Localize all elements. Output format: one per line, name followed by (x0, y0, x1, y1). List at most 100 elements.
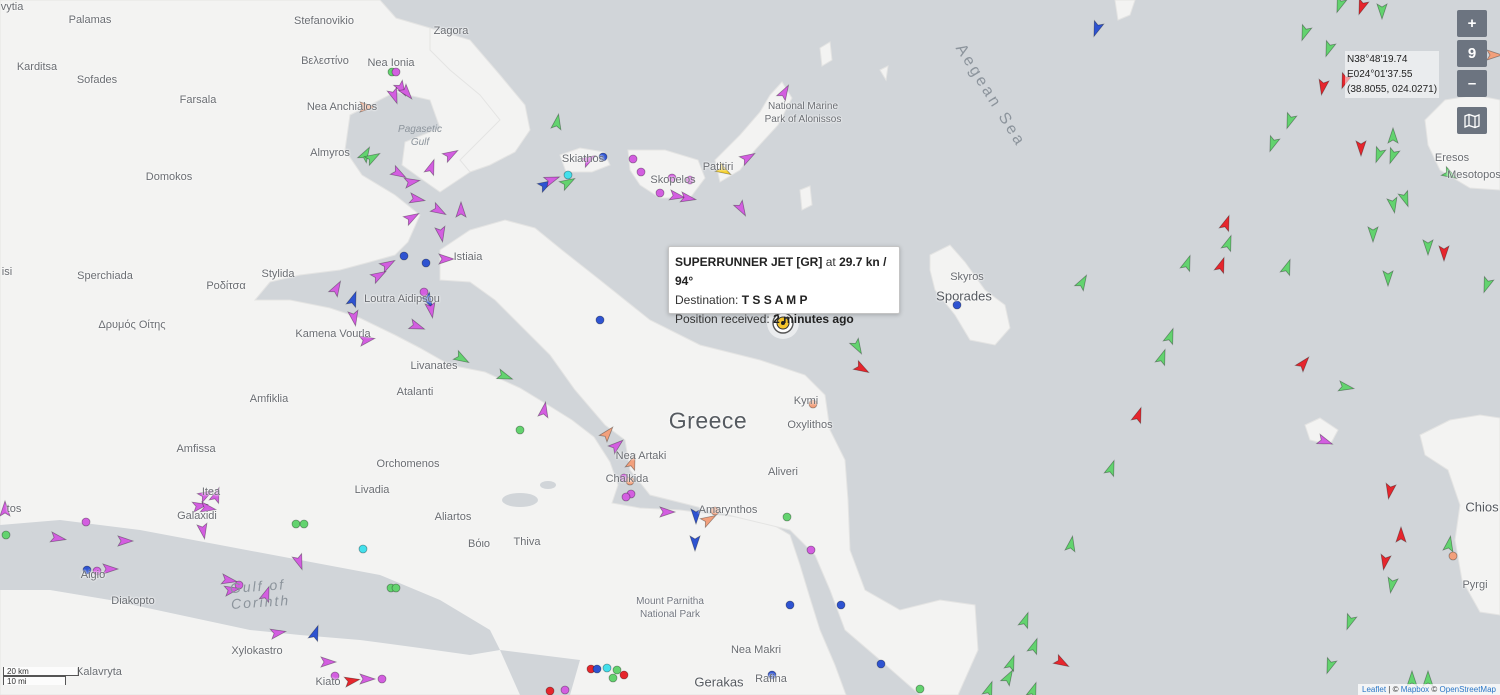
place-label-gerakas: Gerakas (694, 674, 744, 690)
place-label-velestino: Βελεστίνο (301, 55, 349, 67)
place-label-chios: Chios (1465, 499, 1499, 515)
place-label-eretria: Amarynthos (698, 504, 758, 516)
vessel-marker-tug[interactable] (563, 170, 573, 180)
region-label-corinth: Gulf of Corinth (229, 576, 291, 613)
place-label-nea-artaki: Nea Artaki (615, 450, 667, 462)
vessel-popup[interactable]: SUPERRUNNER JET [GR] at 29.7 kn / 94° De… (668, 246, 900, 326)
place-label-chalkida: Chalkida (605, 473, 649, 485)
vessel-marker-pleasure[interactable] (628, 154, 638, 164)
coord-lat: N38°48'19.74 (1347, 54, 1408, 65)
mapbox-link[interactable]: Mapbox (1401, 685, 1429, 694)
coord-lon: E024°01'37.55 (1347, 69, 1413, 80)
place-label-rodytsa: Ροδίτσα (206, 280, 246, 292)
place-label-sporades: Sporades (936, 288, 992, 304)
zoom-in-button[interactable]: + (1457, 10, 1487, 37)
vessel-marker-passenger[interactable] (592, 664, 602, 674)
place-label-skopelos: Skopelos (650, 174, 696, 186)
place-label-almyros: Almyros (310, 147, 350, 159)
vessel-marker-cargo[interactable] (299, 519, 309, 529)
vessel-marker-pleasure[interactable] (391, 67, 401, 77)
vessel-marker-cargo[interactable] (291, 519, 301, 529)
vessel-marker-pleasure[interactable] (655, 188, 665, 198)
region-label-parnitha: Mount Parnitha National Park (636, 596, 704, 620)
place-label-amfiklia: Amfiklia (249, 393, 289, 405)
place-label-palamas: Palamas (68, 14, 112, 26)
vessel-name[interactable]: SUPERRUNNER JET [GR] (675, 255, 822, 269)
place-label-farsala: Farsala (179, 94, 217, 106)
place-label-zagora: Zagora (433, 25, 469, 37)
destination-label: Destination: (675, 293, 739, 307)
scale-bar: 20 km 10 mi (3, 667, 79, 686)
vessel-marker-pleasure[interactable] (806, 545, 816, 555)
attrib-sep1: | © (1386, 685, 1401, 694)
vessel-marker-cargo[interactable] (915, 684, 925, 694)
vessel-marker-passenger[interactable] (595, 315, 605, 325)
vessel-marker-passenger[interactable] (785, 600, 795, 610)
zoom-out-button[interactable]: – (1457, 70, 1487, 97)
place-label-kalavryta: Kalavryta (76, 666, 122, 678)
vessel-marker-pleasure[interactable] (636, 167, 646, 177)
place-label-vytia: vytia (0, 1, 24, 13)
place-label-skyros: Skyros (950, 271, 984, 283)
vessel-marker-pleasure[interactable] (560, 685, 570, 695)
place-label-orchomenos: Orchomenos (376, 458, 440, 470)
popup-position: Position received: 2 minutes ago (675, 310, 899, 329)
place-label-atalanti: Atalanti (396, 386, 434, 398)
place-label-tos: tos (6, 503, 22, 515)
place-label-nea-ionia: Nea Ionia (367, 57, 415, 69)
attrib-sep2: © (1429, 685, 1440, 694)
map-layers-icon (1464, 113, 1480, 128)
place-label-nea-anchialos: Nea Anchialos (306, 101, 378, 113)
place-label-xylokastro: Xylokastro (231, 645, 283, 657)
place-label-amfissa: Amfissa (176, 443, 216, 455)
place-label-kamena-vourla: Kamena Vourla (295, 328, 371, 340)
place-label-oxylithos: Oxylithos (787, 419, 833, 431)
vessel-marker-cargo[interactable] (1, 530, 11, 540)
position-value: 2 minutes ago (773, 312, 854, 326)
coord-decimal: (38.8055, 024.0271) (1347, 84, 1438, 95)
vessel-marker-passenger[interactable] (421, 258, 431, 268)
place-label-aliartos: Aliartos (434, 511, 472, 523)
vessel-marker-tanker[interactable] (545, 686, 555, 695)
destination-value: T S S A M P (741, 293, 808, 307)
vessel-marker-cargo[interactable] (612, 665, 622, 675)
place-label-mesotopos: Mesotopos (1447, 169, 1500, 181)
place-label-stylida: Stylida (261, 268, 295, 280)
region-label-alonissos-park: National Marine Park of Alonissos (764, 101, 842, 125)
cursor-coordinates: N38°48'19.74 E024°01'37.55 (38.8055, 024… (1345, 51, 1440, 98)
region-label-pagasetic: Pagasetic Gulf (398, 124, 442, 148)
zoom-level-indicator: 9 (1457, 40, 1487, 67)
vessel-marker-cargo[interactable] (782, 512, 792, 522)
osm-link[interactable]: OpenStreetMap (1440, 685, 1496, 694)
vessel-marker-tug[interactable] (358, 544, 368, 554)
vessel-marker-cargo[interactable] (391, 583, 401, 593)
place-label-karditsa: Karditsa (16, 61, 58, 73)
place-label-kymi: Kymi (793, 395, 819, 407)
place-label-pyrgi: Pyrgi (1462, 579, 1488, 591)
map-canvas[interactable] (0, 0, 1500, 695)
place-label-galaxidi: Galaxidi (177, 510, 217, 522)
leaflet-link[interactable]: Leaflet (1362, 685, 1386, 694)
place-label-loutra-aidipsou: Loutra Aidipsou (364, 293, 440, 305)
place-label-diakopto: Diakopto (111, 595, 155, 607)
vessel-marker-cargo[interactable] (515, 425, 525, 435)
place-label-livanates: Livanates (410, 360, 458, 372)
vessel-marker-passenger[interactable] (399, 251, 409, 261)
map-attribution: Leaflet | © Mapbox © OpenStreetMap (1358, 684, 1500, 695)
vessel-marker-passenger[interactable] (876, 659, 886, 669)
vessel-marker-cargo[interactable] (608, 673, 618, 683)
vessel-marker-tug[interactable] (602, 663, 612, 673)
vessel-marker-pleasure[interactable] (377, 674, 387, 684)
place-label-istiaia: Istiaia (453, 251, 483, 263)
popup-destination: Destination: T S S A M P (675, 291, 899, 310)
place-label-aliveri: Aliveri (768, 466, 798, 478)
vessel-marker-tanker[interactable] (619, 670, 629, 680)
vessel-marker-pleasure[interactable] (621, 492, 631, 502)
position-label: Position received: (675, 312, 770, 326)
vessel-marker-fishing[interactable] (1448, 551, 1458, 561)
vessel-marker-passenger[interactable] (836, 600, 846, 610)
place-label-voio: Βόιο (467, 538, 491, 550)
vessel-marker-pleasure[interactable] (81, 517, 91, 527)
popup-at: at (825, 255, 836, 269)
map-layers-button[interactable] (1457, 107, 1487, 134)
